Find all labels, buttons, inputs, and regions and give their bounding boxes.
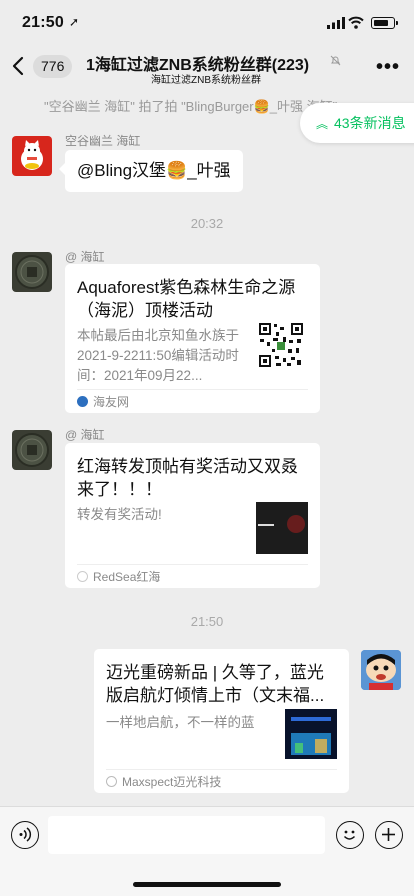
cartoon-boy-avatar-icon xyxy=(361,650,401,690)
card-source: 海友网 xyxy=(77,389,308,413)
sender-name: @ 海缸 xyxy=(65,250,105,264)
maxspect-logo-icon xyxy=(106,776,117,787)
message-bubble[interactable]: @Bling汉堡🍔_叶强 xyxy=(59,150,243,192)
battery-icon xyxy=(371,17,398,29)
new-messages-button[interactable]: ︽ 43条新消息 xyxy=(300,103,414,143)
card-source-label: RedSea红海 xyxy=(93,570,161,584)
time-separator: 20:32 xyxy=(190,216,224,231)
smiley-icon xyxy=(343,830,356,840)
card-source: RedSea红海 xyxy=(77,564,308,588)
more-actions-button[interactable] xyxy=(375,821,403,849)
location-arrow-icon: ➚ xyxy=(69,15,80,29)
status-bar: 21:50 ➚ xyxy=(0,0,414,46)
article-thumbnail xyxy=(285,709,337,759)
chevron-left-icon xyxy=(12,56,24,76)
card-description: 转发有奖活动! xyxy=(77,507,162,522)
card-title: Aquaforest紫色森林生命之源（海泥）顶楼活动 xyxy=(77,278,296,320)
sender-name: @ 海缸 xyxy=(65,428,105,442)
article-thumbnail xyxy=(256,502,308,554)
card-source-label: 海友网 xyxy=(93,395,130,409)
chat-header: 776 1海缸过滤ZNB系统粉丝群(223) 海缸过滤ZNB系统粉丝群 ••• xyxy=(0,46,414,88)
card-title: 红海转发顶帖有奖活动又双叒来了！！！ xyxy=(77,457,298,499)
avatar[interactable] xyxy=(12,252,52,292)
qr-code-thumbnail xyxy=(258,322,304,368)
status-time: 21:50 xyxy=(22,14,64,31)
home-indicator[interactable] xyxy=(133,882,281,887)
redsea-logo-icon xyxy=(77,571,88,582)
link-card[interactable]: 红海转发顶帖有奖活动又双叒来了！！！ 转发有奖活动! RedSea红海 xyxy=(65,443,320,588)
coin-avatar-icon xyxy=(15,433,49,467)
mute-bell-icon xyxy=(330,55,341,66)
back-button[interactable] xyxy=(12,56,32,76)
chat-subtitle: 海缸过滤ZNB系统粉丝群 xyxy=(151,75,261,86)
avatar[interactable] xyxy=(12,430,52,470)
wifi-icon xyxy=(348,16,364,29)
more-button[interactable]: ••• xyxy=(376,56,400,79)
card-source: Maxspect迈光科技 xyxy=(106,769,337,793)
coin-avatar-icon xyxy=(15,255,49,289)
card-title: 迈光重磅新品 | 久等了，蓝光版启航灯倾情上市（文末福... xyxy=(106,663,325,705)
lucky-cat-avatar-icon xyxy=(21,140,43,170)
link-card[interactable]: 迈光重磅新品 | 久等了，蓝光版启航灯倾情上市（文末福... 一样地启航，不一样… xyxy=(94,649,349,793)
voice-button[interactable] xyxy=(11,821,39,849)
haiyou-logo-icon xyxy=(77,396,88,407)
signal-icon xyxy=(327,17,345,29)
card-description: 一样地启航，不一样的蓝 xyxy=(106,715,255,730)
plus-icon xyxy=(382,828,395,841)
message-input[interactable] xyxy=(48,816,325,854)
avatar[interactable] xyxy=(361,650,401,690)
double-chevron-up-icon: ︽ xyxy=(316,116,329,131)
card-source-label: Maxspect迈光科技 xyxy=(122,775,222,789)
link-card[interactable]: Aquaforest紫色森林生命之源（海泥）顶楼活动 本帖最后由北京知鱼水族于2… xyxy=(65,264,320,413)
time-separator: 21:50 xyxy=(190,614,224,629)
voice-icon xyxy=(19,827,32,842)
sender-name: 空谷幽兰 海缸 xyxy=(65,134,141,148)
unread-count-badge[interactable]: 776 xyxy=(33,55,73,78)
avatar[interactable] xyxy=(12,136,52,176)
card-description: 本帖最后由北京知鱼水族于2021-9-2211:50编辑活动时间：2021年09… xyxy=(77,328,239,383)
new-messages-label: 43条新消息 xyxy=(334,115,406,131)
emoji-button[interactable] xyxy=(336,821,364,849)
